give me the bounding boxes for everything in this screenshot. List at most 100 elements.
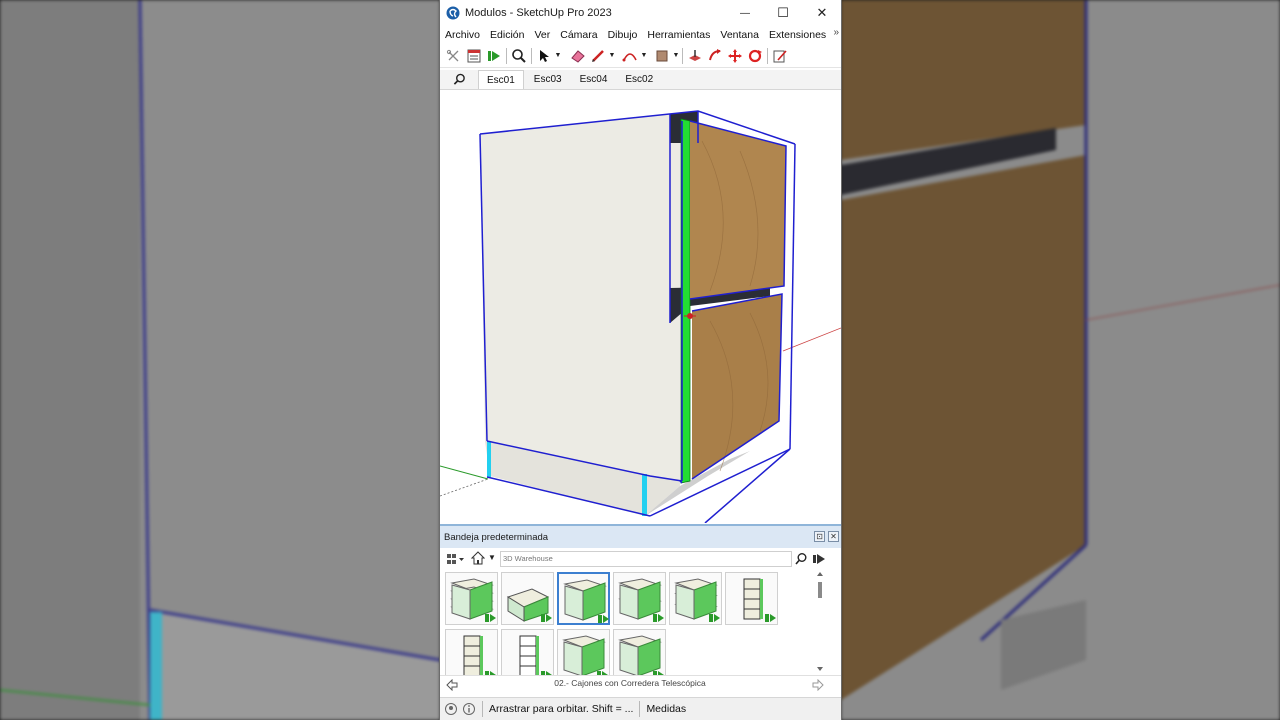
toolbar-line-button[interactable]: [588, 46, 608, 66]
menu-edicion[interactable]: Edición: [485, 29, 529, 41]
chevron-down-icon[interactable]: ▼: [488, 553, 496, 562]
toolbar-model-info-button[interactable]: [464, 46, 484, 66]
background-left-art: [0, 0, 440, 720]
select-dropdown-icon[interactable]: ▼: [554, 46, 562, 66]
thumb-wire-rack[interactable]: [501, 629, 554, 675]
thumb-drawer-single[interactable]: [557, 572, 610, 625]
thumb-tall-pantry[interactable]: [725, 572, 778, 625]
tray-pin-button[interactable]: ⊡: [814, 531, 825, 542]
thumb-drawer-tray-2[interactable]: [613, 629, 666, 675]
toolbar-select-button[interactable]: [534, 46, 554, 66]
menu-ventana[interactable]: Ventana: [715, 29, 764, 41]
toolbar-separator: [767, 47, 768, 64]
components-grid: [440, 571, 828, 675]
red-axis-dotted: [440, 478, 489, 497]
default-tray: Bandeja predeterminada ⊡ ✕ ▼ 3D Warehous…: [440, 524, 841, 696]
line-dropdown-icon[interactable]: ▼: [608, 46, 616, 66]
close-button[interactable]: ✕: [803, 0, 841, 26]
tray-footer: 02.- Cajones con Corredera Telescópica: [440, 675, 841, 693]
tab-esc02[interactable]: Esc02: [617, 70, 661, 89]
component-preview-icon: [563, 579, 609, 623]
menu-extensiones[interactable]: Extensiones: [764, 29, 831, 41]
rectangle-icon: [656, 50, 668, 61]
info-icon[interactable]: [462, 702, 476, 716]
toolbar-arc-button[interactable]: [620, 46, 640, 66]
menu-camara[interactable]: Cámara: [555, 29, 602, 41]
navigate-forward-icon[interactable]: [812, 552, 826, 566]
folder-name: 02.- Cajones con Corredera Telescópica: [554, 678, 706, 688]
status-message: Arrastrar para orbitar. Shift = ...: [489, 703, 634, 715]
component-preview-icon: [618, 578, 664, 622]
forward-arrow-icon[interactable]: [812, 679, 824, 691]
tray-close-button[interactable]: ✕: [828, 531, 839, 542]
menu-herramientas[interactable]: Herramientas: [642, 29, 715, 41]
tab-esc01[interactable]: Esc01: [478, 70, 524, 89]
home-icon[interactable]: [471, 551, 485, 565]
pin-icon: ⊡: [816, 532, 823, 541]
edit-note-icon: [773, 49, 787, 62]
thumb-tall-shelf[interactable]: [445, 629, 498, 675]
toolbar-move-button[interactable]: [725, 46, 745, 66]
thumb-drawer-tray[interactable]: [557, 629, 610, 675]
status-bar: Arrastrar para orbitar. Shift = ... Medi…: [440, 697, 841, 720]
component-preview-icon: [618, 635, 664, 675]
status-divider: [482, 701, 483, 717]
sketchup-logo-icon: [446, 6, 460, 20]
scissors-icon: [446, 49, 459, 61]
menu-ver[interactable]: Ver: [529, 29, 555, 41]
left-leg: [487, 441, 491, 477]
back-arrow-icon[interactable]: [446, 679, 458, 691]
menu-bar: Archivo Edición Ver Cámara Dibujo Herram…: [440, 26, 841, 44]
magnifier-icon: [512, 48, 526, 63]
minimize-button[interactable]: —: [726, 0, 764, 26]
thumb-open-drawer[interactable]: [501, 572, 554, 625]
search-icon[interactable]: [794, 552, 808, 566]
toolbar-undo-button[interactable]: [444, 46, 464, 66]
toolbar-follow-me-button[interactable]: [705, 46, 725, 66]
sketchup-window: Modulos - SketchUp Pro 2023 — ☐ ✕ Archiv…: [439, 0, 842, 720]
background-right-art: [841, 0, 1280, 720]
thumb-drawer-triple[interactable]: [669, 572, 722, 625]
upper-drawer-front: [690, 121, 786, 299]
menu-dibujo[interactable]: Dibujo: [603, 29, 643, 41]
toolbar: ▼ ▼ ▼ ▼: [440, 44, 841, 68]
push-pull-icon: [689, 49, 701, 61]
cabinet-model: [440, 110, 841, 523]
arc-dropdown-icon[interactable]: ▼: [640, 46, 648, 66]
toolbar-push-pull-button[interactable]: [685, 46, 705, 66]
menu-archivo[interactable]: Archivo: [440, 29, 485, 41]
model-viewport[interactable]: [440, 91, 841, 523]
toolbar-separator: [682, 47, 683, 64]
tab-esc04[interactable]: Esc04: [572, 70, 616, 89]
background-right-blur: [841, 0, 1280, 720]
follow-me-icon: [709, 48, 721, 60]
front-leg: [642, 474, 647, 516]
menu-overflow-icon[interactable]: »: [833, 27, 839, 38]
maximize-icon: ☐: [777, 5, 789, 20]
toolbar-edit-button[interactable]: [770, 46, 790, 66]
toolbar-rotate-button[interactable]: [745, 46, 765, 66]
document-list-icon: [467, 49, 481, 62]
toolbar-zoom-button[interactable]: [509, 46, 529, 66]
geo-location-icon[interactable]: [444, 702, 458, 716]
components-toolbar: ▼ 3D Warehouse: [440, 549, 841, 569]
arrow-cursor-icon: [540, 49, 549, 62]
warehouse-search-input[interactable]: 3D Warehouse: [500, 551, 792, 567]
green-axis: [440, 465, 489, 480]
maximize-button[interactable]: ☐: [764, 0, 802, 26]
arc-icon: [622, 52, 637, 61]
lower-drawer-front: [692, 294, 782, 479]
toolbar-rectangle-button[interactable]: [652, 46, 672, 66]
thumb-shelf-unit[interactable]: [445, 572, 498, 625]
components-scrollbar[interactable]: [815, 572, 825, 672]
toolbar-eraser-button[interactable]: [568, 46, 588, 66]
thumb-drawer-double[interactable]: [613, 572, 666, 625]
toolbar-play-button[interactable]: [484, 46, 504, 66]
rectangle-dropdown-icon[interactable]: ▼: [672, 46, 680, 66]
rotate-icon: [748, 49, 762, 62]
scene-search-button[interactable]: [440, 69, 478, 89]
scene-tabs: Esc01 Esc03 Esc04 Esc02: [440, 70, 841, 90]
tab-esc03[interactable]: Esc03: [526, 70, 570, 89]
view-options-icon[interactable]: [446, 552, 466, 566]
measurements-label: Medidas: [646, 703, 687, 715]
